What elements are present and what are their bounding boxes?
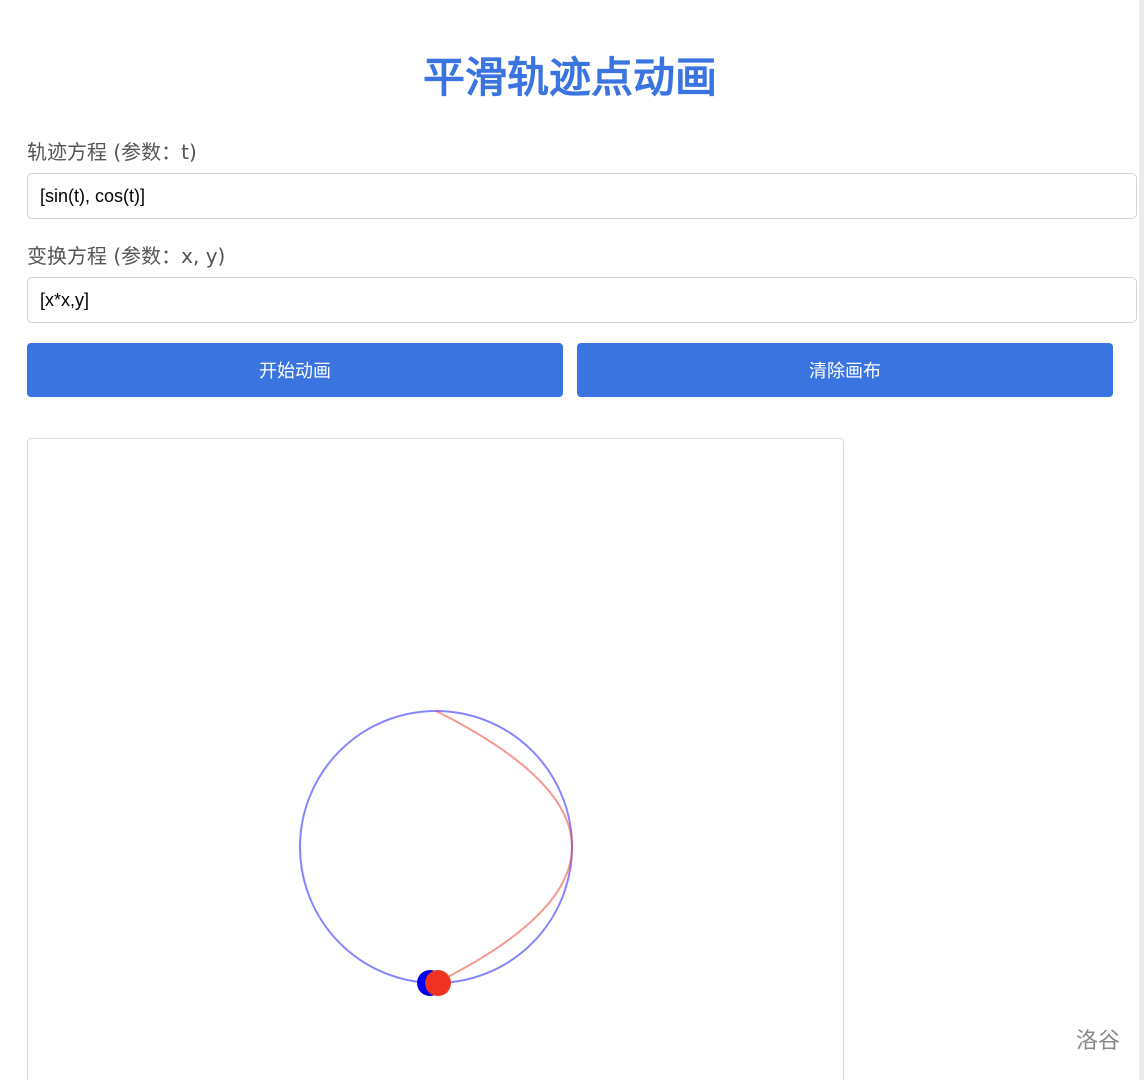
page: 平滑轨迹点动画 轨迹方程 (参数：t) 变换方程 (参数：x, y) 开始动画 … (0, 0, 1144, 1080)
page-title: 平滑轨迹点动画 (422, 53, 717, 102)
transformed-moving-point (425, 970, 451, 996)
clear-canvas-button[interactable]: 清除画布 (577, 343, 1113, 397)
start-animation-button[interactable]: 开始动画 (27, 343, 563, 397)
animation-canvas[interactable] (27, 438, 844, 1080)
trajectory-input[interactable] (27, 173, 1137, 219)
transform-label: 变换方程 (参数：x, y) (27, 244, 226, 268)
animation-drawing (299, 710, 574, 996)
scrollbar-edge[interactable] (1139, 0, 1144, 1080)
trajectory-label: 轨迹方程 (参数：t) (27, 140, 197, 164)
transform-input[interactable] (27, 277, 1137, 323)
original-trajectory-path (299, 710, 573, 984)
watermark-text: 洛谷 (1075, 1029, 1120, 1054)
transformed-trajectory-path (435, 710, 574, 984)
